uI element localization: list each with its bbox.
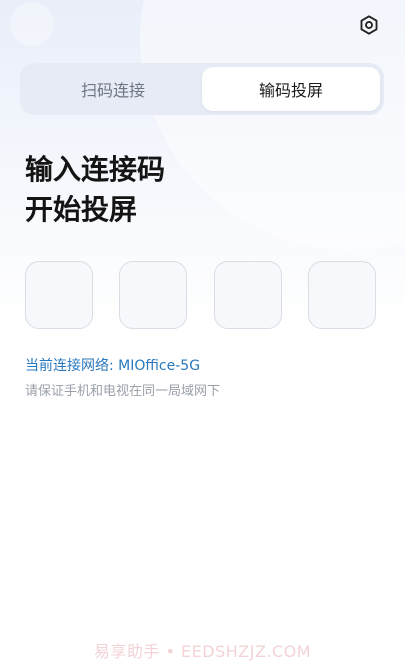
watermark: 易享助手 • EEDSHZJZ.COM bbox=[93, 642, 312, 661]
settings-button[interactable] bbox=[356, 12, 382, 38]
page-title-line-2: 开始投屏 bbox=[25, 193, 138, 226]
code-digit-box-3[interactable] bbox=[213, 261, 282, 329]
connection-code-input bbox=[25, 261, 376, 331]
code-digit-box-1[interactable] bbox=[25, 261, 93, 329]
same-lan-hint: 请保证手机和电视在同一局域网下 bbox=[25, 384, 221, 399]
mode-tabs: 扫码连接 输码投屏 bbox=[20, 63, 384, 115]
page-title: 输入连接码 开始投屏 bbox=[25, 150, 165, 230]
page-title-line-1: 输入连接码 bbox=[25, 153, 166, 186]
tab-scan-connect[interactable]: 扫码连接 bbox=[24, 67, 202, 111]
tab-code-cast[interactable]: 输码投屏 bbox=[202, 67, 380, 111]
code-digit-box-2[interactable] bbox=[119, 261, 188, 329]
current-network-label: 当前连接网络: MIOffice-5G bbox=[25, 358, 201, 374]
code-digit-box-4[interactable] bbox=[307, 261, 376, 329]
gear-icon bbox=[360, 15, 378, 35]
decorative-circle bbox=[10, 2, 54, 46]
